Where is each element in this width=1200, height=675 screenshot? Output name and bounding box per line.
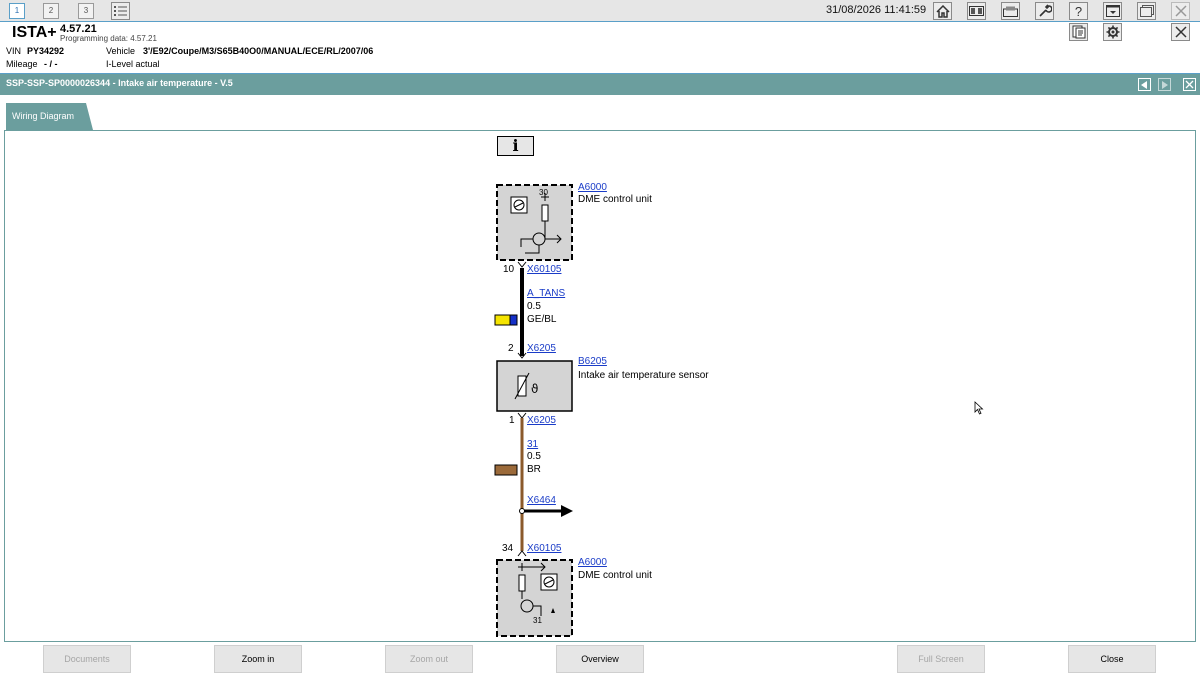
list-icon[interactable] [111, 2, 130, 20]
terminal-31-label: 31 [533, 616, 542, 625]
session-tab-1[interactable]: 1 [9, 3, 25, 19]
connector-link-x6205-out[interactable]: X6205 [527, 415, 556, 426]
arrow-right-icon [561, 505, 573, 517]
programming-data: Programming data: 4.57.21 [60, 34, 157, 43]
document-titlebar: SSP-SSP-SP0000026344 - Intake air temper… [0, 74, 1200, 95]
document-title: SSP-SSP-SP0000026344 - Intake air temper… [6, 78, 233, 88]
vehicle-header: ISTA+ 4.57.21 Programming data: 4.57.21 … [0, 22, 1200, 74]
document-icon[interactable] [1069, 23, 1088, 41]
pin-number-bottom: 34 [502, 543, 514, 554]
component-link-a6000-bottom[interactable]: A6000 [578, 557, 607, 568]
pin-number-top: 10 [503, 264, 515, 275]
component-link-a6000-top[interactable]: A6000 [578, 182, 607, 193]
wire-color-top: GE/BL [527, 314, 557, 325]
connector-link-x6464[interactable]: X6464 [527, 495, 556, 506]
connector-link-x6205-in[interactable]: X6205 [527, 343, 556, 354]
vehicle-icon[interactable] [967, 2, 986, 20]
wire-gauge-top: 0.5 [527, 301, 541, 312]
wrench-icon[interactable] [1035, 2, 1054, 20]
connector-link-x60105-bottom[interactable]: X60105 [527, 543, 561, 554]
window-close-icon[interactable] [1171, 2, 1190, 20]
vin-value: PY34292 [27, 46, 65, 56]
mileage-value: - / - [44, 59, 58, 69]
pin-number-sensor-in: 2 [508, 343, 514, 354]
tab-wiring-diagram[interactable]: Wiring Diagram [6, 103, 93, 130]
measure-icon[interactable] [1001, 2, 1020, 20]
mouse-cursor-icon [974, 401, 984, 415]
wire-color-swatch-blue [509, 314, 518, 326]
ilevel-label: I-Level actual [106, 59, 160, 69]
next-icon[interactable] [1158, 78, 1171, 91]
zoom-out-button[interactable]: Zoom out [385, 645, 473, 673]
full-screen-button[interactable]: Full Screen [897, 645, 985, 673]
documents-button[interactable]: Documents [43, 645, 131, 673]
wire-gauge-bottom: 0.5 [527, 451, 541, 462]
component-name-top: DME control unit [578, 194, 652, 205]
diagram-panel: i ϑ 31 30 A6000 DME control unit 10 X601… [4, 130, 1196, 642]
wire-color-swatch-yellow [494, 314, 511, 326]
wire-color-swatch-brown [494, 464, 518, 476]
vin-label: VIN [6, 46, 22, 56]
app-name: ISTA+ [12, 24, 57, 41]
mileage-label: Mileage [6, 59, 38, 69]
close-button[interactable]: Close [1068, 645, 1156, 673]
minimize-icon[interactable] [1103, 2, 1122, 20]
vehicle-label: Vehicle [106, 46, 136, 56]
pin-number-sensor-out: 1 [509, 415, 515, 426]
zoom-in-button[interactable]: Zoom in [214, 645, 302, 673]
component-link-b6205[interactable]: B6205 [578, 356, 607, 367]
signal-link-31[interactable]: 31 [527, 439, 538, 450]
settings-icon[interactable] [1103, 23, 1122, 41]
close-document-icon[interactable] [1183, 78, 1196, 91]
help-icon[interactable]: ? [1069, 2, 1088, 20]
ista-window: 1 2 3 31/08/2026 11:41:59 ? ISTA+ 4.57.2… [0, 0, 1200, 675]
home-icon[interactable] [933, 2, 952, 20]
connector-link-x60105-top[interactable]: X60105 [527, 264, 561, 275]
dme-unit-top-box [496, 184, 573, 261]
signal-link-a-tans[interactable]: A_TANS [527, 288, 565, 299]
restore-icon[interactable] [1137, 2, 1156, 20]
wire-color-bottom: BR [527, 464, 541, 475]
temperature-symbol-icon: ϑ [531, 382, 538, 396]
top-toolbar: 1 2 3 31/08/2026 11:41:59 ? [0, 0, 1200, 22]
session-tab-3[interactable]: 3 [78, 3, 94, 19]
overview-button[interactable]: Overview [556, 645, 644, 673]
terminal-30-label: 30 [539, 188, 548, 197]
component-name-sensor: Intake air temperature sensor [578, 370, 709, 381]
date-time: 31/08/2026 11:41:59 [826, 4, 927, 16]
splice-node [519, 508, 525, 514]
vehicle-value: 3'/E92/Coupe/M3/S65B40O0/MANUAL/ECE/RL/2… [143, 46, 374, 56]
previous-icon[interactable] [1138, 78, 1151, 91]
session-close-icon[interactable] [1171, 23, 1190, 41]
component-name-bottom: DME control unit [578, 570, 652, 581]
session-tab-2[interactable]: 2 [43, 3, 59, 19]
